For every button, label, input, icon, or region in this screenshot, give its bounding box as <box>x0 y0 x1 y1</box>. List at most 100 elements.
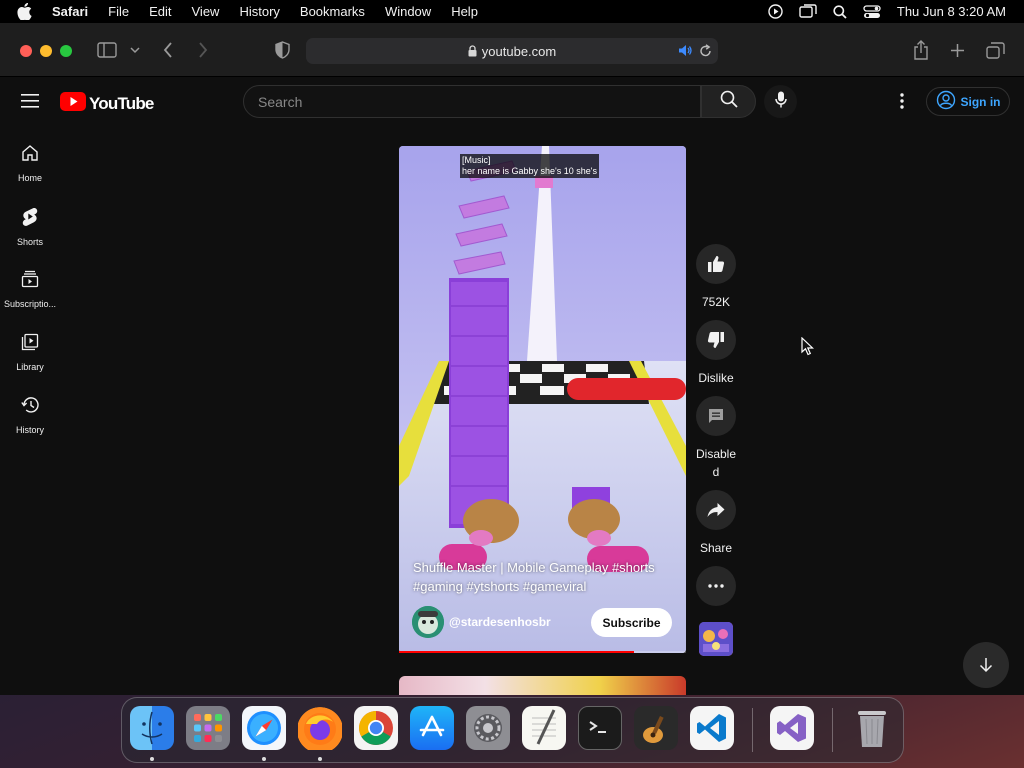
youtube-logo[interactable]: YouTube <box>60 92 154 116</box>
closed-caption: [Music] her name is Gabby she's 10 she's <box>460 154 600 178</box>
nav-history-label: History <box>15 425 44 435</box>
mouse-cursor <box>801 336 814 361</box>
nav-home-label: Home <box>17 173 42 183</box>
search-button[interactable] <box>701 85 756 118</box>
app-store-icon[interactable] <box>410 706 454 750</box>
sound-thumbnail[interactable] <box>699 622 733 656</box>
menu-history[interactable]: History <box>239 4 279 19</box>
dislike-action[interactable]: Dislike <box>696 320 736 387</box>
voice-search-button[interactable] <box>764 85 797 118</box>
nav-subscriptions-label: Subscriptio... <box>3 299 57 309</box>
hamburger-menu-icon[interactable] <box>21 94 39 113</box>
video-progress-bar[interactable] <box>399 651 686 653</box>
share-label: Share <box>699 541 733 555</box>
visual-studio-icon[interactable] <box>770 706 814 750</box>
dock-separator-2 <box>832 708 833 752</box>
channel-avatar[interactable] <box>412 606 444 638</box>
dislike-button[interactable] <box>696 320 736 360</box>
menubar-clock[interactable]: Thu Jun 8 3:20 AM <box>897 4 1006 19</box>
channel-info[interactable]: @stardesenhosbr <box>412 606 551 638</box>
new-tab-icon[interactable] <box>950 43 965 58</box>
launchpad-icon[interactable] <box>186 706 230 750</box>
reload-icon[interactable] <box>699 44 712 61</box>
history-icon <box>20 396 40 419</box>
garageband-icon[interactable] <box>634 706 678 750</box>
comment-icon <box>709 409 723 423</box>
firefox-running-indicator <box>318 757 322 761</box>
spotlight-search-icon[interactable] <box>833 4 847 19</box>
control-center-icon[interactable] <box>863 4 881 19</box>
thumbs-down-icon <box>707 332 724 348</box>
nav-library-label: Library <box>16 362 44 372</box>
menu-bookmarks[interactable]: Bookmarks <box>300 4 365 19</box>
like-button[interactable] <box>696 244 736 284</box>
dislike-label: Dislike <box>698 371 734 385</box>
forward-icon[interactable] <box>198 42 208 58</box>
vscode-icon[interactable] <box>690 706 734 750</box>
menu-edit[interactable]: Edit <box>149 4 171 19</box>
terminal-icon[interactable] <box>578 706 622 750</box>
menu-window[interactable]: Window <box>385 4 431 19</box>
home-icon <box>21 144 39 167</box>
safari-window: youtube.com YouTube Search Sign in Home … <box>0 23 1024 695</box>
apple-menu-icon[interactable] <box>17 3 35 20</box>
video-progress-fill <box>399 651 635 653</box>
textedit-icon[interactable] <box>522 706 566 750</box>
thumbs-up-icon <box>708 256 725 272</box>
short-title[interactable]: Shuffle Master | Mobile Gameplay #shorts… <box>413 558 675 596</box>
audio-playing-icon[interactable] <box>678 44 692 60</box>
sign-in-label: Sign in <box>960 94 1001 109</box>
share-action[interactable]: Share <box>696 490 736 557</box>
now-playing-icon[interactable] <box>768 4 783 19</box>
subscribe-button[interactable]: Subscribe <box>591 608 672 637</box>
privacy-shield-icon[interactable] <box>275 41 290 59</box>
firefox-icon[interactable] <box>298 706 342 750</box>
menu-help[interactable]: Help <box>451 4 478 19</box>
close-window-button[interactable] <box>20 45 32 57</box>
nav-subscriptions[interactable]: Subscriptio... <box>0 270 60 309</box>
nav-library[interactable]: Library <box>0 333 60 372</box>
finder-running-indicator <box>150 757 154 761</box>
like-action[interactable]: 752K <box>696 244 736 311</box>
system-settings-icon[interactable] <box>466 706 510 750</box>
more-options-icon[interactable] <box>892 91 912 116</box>
nav-shorts[interactable]: Shorts <box>0 207 60 247</box>
chrome-icon[interactable] <box>354 706 398 750</box>
microphone-icon <box>774 91 787 113</box>
lock-icon <box>468 45 477 57</box>
more-actions[interactable] <box>696 566 736 606</box>
comments-button <box>696 396 736 436</box>
account-icon <box>936 90 956 113</box>
nav-home[interactable]: Home <box>0 144 60 183</box>
next-short-button[interactable] <box>963 642 1009 688</box>
library-icon <box>21 333 39 356</box>
search-input[interactable]: Search <box>243 85 701 118</box>
menu-bar: Safari File Edit View History Bookmarks … <box>0 0 1024 23</box>
nav-history[interactable]: History <box>0 396 60 435</box>
screen-mirroring-icon[interactable] <box>799 4 817 19</box>
channel-name[interactable]: @stardesenhosbr <box>449 615 551 629</box>
sign-in-button[interactable]: Sign in <box>926 87 1010 116</box>
trash-icon[interactable] <box>850 706 894 750</box>
address-bar-url: youtube.com <box>481 43 557 59</box>
youtube-logo-text: YouTube <box>89 94 154 113</box>
address-bar[interactable]: youtube.com <box>306 38 718 64</box>
menu-view[interactable]: View <box>192 4 220 19</box>
finder-icon[interactable] <box>130 706 174 750</box>
youtube-page: YouTube Search Sign in Home Shorts Subsc… <box>0 77 1024 695</box>
caption-line-1: [Music] <box>462 155 491 165</box>
sidebar-toggle-icon[interactable] <box>97 42 117 58</box>
minimize-window-button[interactable] <box>40 45 52 57</box>
share-icon[interactable] <box>913 40 929 60</box>
search-placeholder: Search <box>258 93 303 110</box>
tab-overview-icon[interactable] <box>986 42 1005 59</box>
more-actions-button[interactable] <box>696 566 736 606</box>
zoom-window-button[interactable] <box>60 45 72 57</box>
next-short-preview[interactable] <box>399 676 686 695</box>
back-icon[interactable] <box>163 42 173 58</box>
menu-app-name[interactable]: Safari <box>52 4 88 19</box>
share-button[interactable] <box>696 490 736 530</box>
menu-file[interactable]: File <box>108 4 129 19</box>
chevron-down-icon[interactable] <box>130 47 140 54</box>
safari-dock-icon[interactable] <box>242 706 286 750</box>
